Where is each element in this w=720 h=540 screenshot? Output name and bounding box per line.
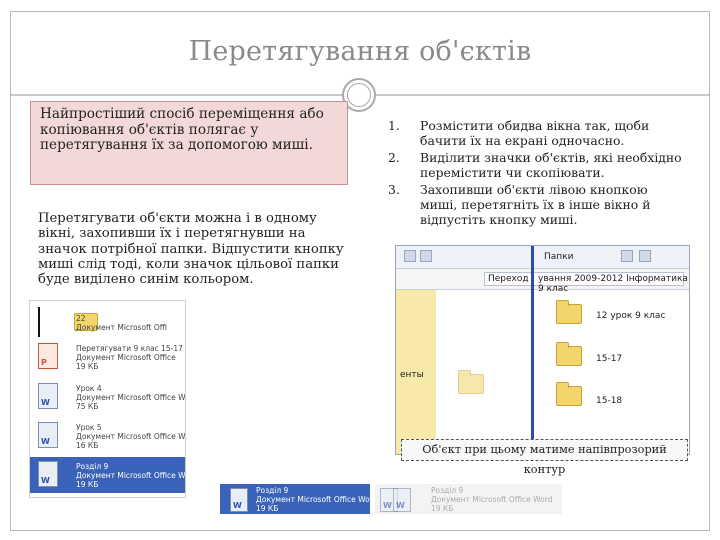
explorer-screenshot: Папки Переход ування 2009-2012 Інформати…	[395, 245, 690, 455]
steps-list: 1. Розмістити обидва вікна так, щоби бачи…	[388, 118, 688, 229]
explorer-toolbar: Папки	[396, 246, 689, 269]
intro-text: Найпростіший спосіб переміщення або копі…	[40, 106, 324, 153]
list-item[interactable]: 22 Документ Microsoft Offi	[30, 301, 185, 337]
file-list-screenshot: 22 Документ Microsoft Offi Перетягувати …	[29, 300, 186, 498]
word-icon	[393, 488, 411, 512]
file-size: 16 КБ	[76, 441, 99, 450]
step-item: 3. Захопивши об'єкти лівою кнопкою миші, …	[388, 182, 688, 227]
file-size: 19 КБ	[76, 480, 99, 489]
powerpoint-icon	[38, 343, 58, 369]
word-icon	[38, 461, 58, 487]
in-window-paragraph: Перетягувати об'єкти можна і в одному ві…	[38, 211, 344, 288]
dragged-folder-icon	[458, 370, 484, 394]
step-number: 3.	[388, 182, 400, 197]
folder-label[interactable]: 15-17	[596, 354, 622, 364]
views-icon[interactable]	[621, 250, 633, 262]
step-item: 2. Виділити значки об'єктів, які необхідн…	[388, 150, 688, 180]
file-size: 75 КБ	[76, 402, 99, 411]
word-icon	[230, 488, 248, 512]
word-icon	[38, 422, 58, 448]
go-button[interactable]: Переход	[488, 274, 529, 284]
slide-title: Перетягування об'єктів	[188, 36, 532, 67]
folder-label[interactable]: 12 урок 9 клас	[596, 311, 665, 321]
folder-label[interactable]: 15-18	[596, 396, 622, 406]
list-item-selected[interactable]: Розділ 9 Документ Microsoft Office Word …	[30, 457, 185, 493]
selected-file[interactable]: Розділ 9 Документ Microsoft Office Word …	[220, 484, 377, 514]
step-text: Виділити значки об'єктів, які необхідно …	[420, 150, 682, 180]
list-item[interactable]: Урок 4 Документ Microsoft Office Word 75…	[30, 379, 185, 415]
file-size: 19 КБ	[431, 504, 454, 513]
file-size: 19 КБ	[76, 362, 99, 371]
back-icon[interactable]	[404, 250, 416, 262]
dragged-file-ghost: Розділ 9 Документ Microsoft Office Word …	[375, 484, 562, 514]
address-bar: Переход ування 2009-2012 Інформатика 9 к…	[396, 269, 689, 294]
step-item: 1. Розмістити обидва вікна так, щоби бачи…	[388, 118, 688, 148]
list-item[interactable]: Урок 5 Документ Microsoft Office Word 16…	[30, 418, 185, 454]
file-type: Документ Microsoft Offi	[76, 323, 168, 332]
drag-strip: Розділ 9 Документ Microsoft Office Word …	[220, 480, 562, 518]
step-number: 1.	[388, 118, 400, 133]
file-size: 19 КБ	[256, 504, 279, 513]
views-icon[interactable]	[639, 250, 651, 262]
forward-icon[interactable]	[420, 250, 432, 262]
address-path: ування 2009-2012 Інформатика 9 клас	[538, 274, 688, 294]
word-icon	[38, 383, 58, 409]
folders-button[interactable]: Папки	[544, 252, 573, 262]
folder-icon[interactable]	[556, 300, 582, 324]
caption: Об'єкт при цьому матиме напівпрозорий ко…	[401, 439, 688, 476]
folder-icon[interactable]	[556, 382, 582, 406]
window-divider	[531, 246, 534, 454]
step-number: 2.	[388, 150, 400, 165]
step-text: Захопивши об'єкти лівою кнопкою миші, пе…	[420, 182, 651, 227]
list-item[interactable]: Перетягувати 9 клас 15-17 Документ Micro…	[30, 339, 185, 375]
folder-icon[interactable]	[556, 342, 582, 366]
step-text: Розмістити обидва вікна так, щоби бачити…	[420, 118, 650, 148]
left-pane-label: енты	[400, 370, 424, 380]
